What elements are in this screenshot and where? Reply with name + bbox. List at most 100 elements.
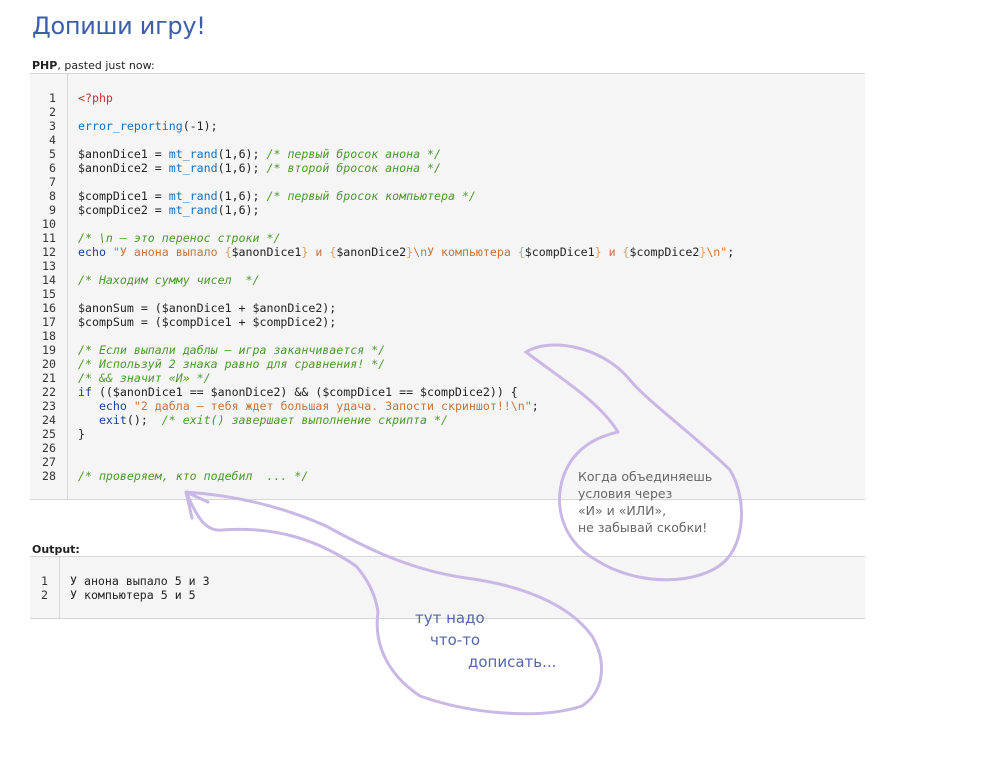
code-content[interactable]: <?php error_reporting(-1); $anonDice1 = mt… — [78, 91, 734, 483]
note-text: Когда объединяешь условия через «И» и «И… — [578, 468, 712, 536]
code-token: } — [594, 245, 602, 259]
code-line: echo "2 дабла — тебя ждет большая удача.… — [78, 399, 734, 413]
code-token: \n" — [706, 245, 728, 259]
line-number: 12 — [42, 245, 56, 259]
line-number: 3 — [49, 119, 56, 133]
line-number: 27 — [42, 455, 56, 469]
code-token: и — [601, 245, 623, 259]
code-token: { — [517, 245, 525, 259]
code-token: $anonDice1 — [231, 245, 302, 259]
code-token: $anonDice1 = — [78, 147, 169, 161]
output-line-numbers: 12 — [30, 574, 48, 602]
line-number: 22 — [42, 385, 56, 399]
line-number: 1 — [41, 574, 48, 588]
code-token: (1,6); — [217, 161, 267, 175]
language-label[interactable]: PHP — [32, 59, 57, 72]
line-number: 20 — [42, 357, 56, 371]
code-token: { — [224, 245, 232, 259]
code-line: } — [78, 427, 734, 441]
line-number: 19 — [42, 343, 56, 357]
code-line: /* Находим сумму чисел */ — [78, 273, 734, 287]
code-token: $compSum = ($compDice1 + $compDice2); — [78, 315, 337, 329]
note-line: Когда объединяешь — [578, 469, 713, 484]
code-token: и — [308, 245, 330, 259]
code-token: ; — [727, 245, 735, 259]
line-number: 9 — [49, 203, 56, 217]
code-line: /* \n — это перенос строки */ — [78, 231, 734, 245]
code-token: (-1); — [182, 119, 218, 133]
code-line: <?php — [78, 91, 734, 105]
code-token: /* && значит «И» */ — [78, 371, 211, 385]
code-token: error_reporting — [78, 119, 183, 133]
line-number: 13 — [42, 259, 56, 273]
output-line: У компьютера 5 и 5 — [70, 588, 196, 602]
code-token: \nУ компьютера — [413, 245, 518, 259]
note-line: не забывай скобки! — [578, 520, 708, 535]
code-line: /* && значит «И» */ — [78, 371, 734, 385]
code-line: $compSum = ($compDice1 + $compDice2); — [78, 315, 734, 329]
line-number: 18 — [42, 329, 56, 343]
code-token: /* второй бросок анона */ — [266, 161, 442, 175]
code-token: $anonDice2 = — [78, 161, 169, 175]
code-line: echo "У анона выпало {$anonDice1} и {$an… — [78, 245, 734, 259]
code-line: $anonSum = ($anonDice1 + $anonDice2); — [78, 301, 734, 315]
code-token: (1,6); — [217, 203, 260, 217]
code-token: mt_rand — [168, 203, 218, 217]
code-block: 1 2 3 4 5 6 7 8 9 10 11 12 13 14 15 16 17 18 19 20 21 22 23 24 2… — [30, 73, 865, 500]
code-token: exit — [98, 413, 127, 427]
code-token: { — [622, 245, 630, 259]
paste-time: , pasted just now: — [57, 59, 155, 72]
line-number: 11 — [42, 231, 56, 245]
line-number: 26 — [42, 441, 56, 455]
output-line: У анона выпало 5 и 3 — [70, 574, 210, 588]
code-line: $compDice2 = mt_rand(1,6); — [78, 203, 734, 217]
paste-meta: PHP, pasted just now: — [32, 59, 155, 72]
code-token: "2 дабла — тебя ждет большая удача. Запо… — [133, 399, 532, 413]
handwritten-hint-2: что-то — [430, 631, 481, 649]
line-number: 14 — [42, 273, 56, 287]
code-line: /* Используй 2 знака равно для сравнения… — [78, 357, 734, 371]
code-line: error_reporting(-1); — [78, 119, 734, 133]
code-token: mt_rand — [168, 147, 218, 161]
line-number: 16 — [42, 301, 56, 315]
line-number: 10 — [42, 217, 56, 231]
line-number: 7 — [49, 175, 56, 189]
line-number: 5 — [49, 147, 56, 161]
code-token: $compDice1 — [524, 245, 595, 259]
code-token: if — [78, 385, 99, 399]
code-line: $anonDice1 = mt_rand(1,6); /* первый бро… — [78, 147, 734, 161]
line-number: 4 — [49, 133, 56, 147]
line-number: 8 — [49, 189, 56, 203]
code-token: mt_rand — [168, 189, 218, 203]
line-number: 21 — [42, 371, 56, 385]
code-line: if (($anonDice1 == $anonDice2) && ($comp… — [78, 385, 734, 399]
line-number: 2 — [41, 588, 48, 602]
code-token: /* Используй 2 знака равно для сравнения… — [78, 357, 386, 371]
output-content[interactable]: У анона выпало 5 и 3У компьютера 5 и 5 — [70, 574, 210, 602]
line-number: 15 — [42, 287, 56, 301]
line-number: 6 — [49, 161, 56, 175]
code-token: $compDice2 = — [78, 203, 169, 217]
code-token: (1,6); — [217, 147, 267, 161]
code-token: <?php — [78, 91, 113, 105]
code-token: /* первый бросок компьютера */ — [266, 189, 476, 203]
line-number: 2 — [49, 105, 56, 119]
code-token: $compDice1 = — [78, 189, 169, 203]
code-line-numbers: 1 2 3 4 5 6 7 8 9 10 11 12 13 14 15 16 17 18 19 20 21 22 23 24 2… — [30, 91, 56, 483]
code-token: $anonSum = ($anonDice1 + $anonDice2); — [78, 301, 337, 315]
line-number: 17 — [42, 315, 56, 329]
line-number: 25 — [42, 427, 56, 441]
handwritten-hint-1: тут надо — [415, 609, 485, 627]
code-token: } — [78, 427, 85, 441]
code-token: $compDice2 — [629, 245, 700, 259]
code-token: (($anonDice1 == $anonDice2) && ($compDic… — [98, 385, 518, 399]
code-token: "У анона выпало — [112, 245, 225, 259]
line-number: 23 — [42, 399, 56, 413]
